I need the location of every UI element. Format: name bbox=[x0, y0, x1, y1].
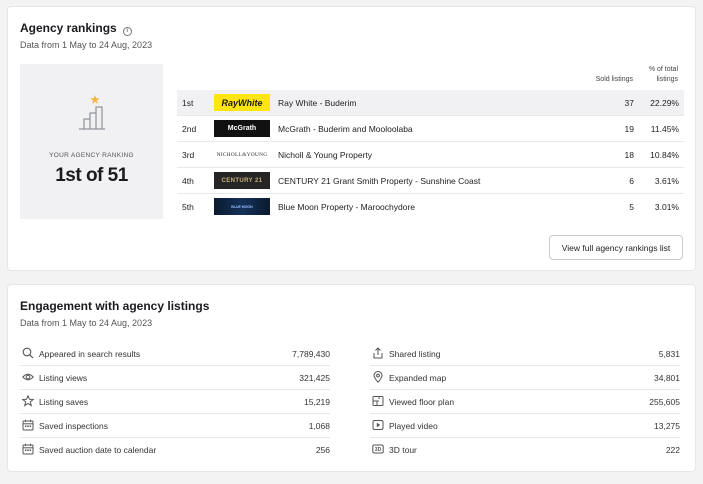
engagement-title: Engagement with agency listings bbox=[20, 299, 210, 313]
calendar-icon bbox=[22, 443, 34, 455]
agency-name: CENTURY 21 Grant Smith Property - Sunshi… bbox=[278, 176, 481, 186]
ranking-row[interactable]: 1st RayWhite Ray White - Buderim 37 22.2… bbox=[177, 90, 684, 116]
metric-value: 13,275 bbox=[654, 421, 680, 431]
metric-label: Listing views bbox=[39, 373, 88, 383]
your-agency-ranking-panel: YOUR AGENCY RANKING 1st of 51 bbox=[20, 64, 163, 219]
metric-value: 7,789,430 bbox=[292, 349, 330, 359]
rank-position: 4th bbox=[182, 176, 194, 186]
blue-moon-logo: BLUE MOON bbox=[214, 198, 270, 215]
metric-row-expanded-map: Expanded map 34,801 bbox=[370, 366, 680, 390]
sold-listings-value: 37 bbox=[624, 98, 634, 108]
agency-name: McGrath - Buderim and Mooloolaba bbox=[278, 124, 413, 134]
info-icon[interactable]: i bbox=[122, 27, 132, 36]
metric-row-saved-inspections: Saved inspections 1,068 bbox=[20, 414, 330, 438]
metric-row-3d-tour: 3D 3D tour 222 bbox=[370, 438, 680, 462]
your-agency-ranking-value: 1st of 51 bbox=[55, 165, 128, 186]
pct-total-header-line1: % of total bbox=[648, 66, 678, 73]
rank-position: 3rd bbox=[182, 150, 195, 160]
agency-name: Blue Moon Property - Maroochydore bbox=[278, 202, 416, 212]
sold-listings-value: 6 bbox=[629, 176, 634, 186]
view-full-rankings-button[interactable]: View full agency rankings list bbox=[549, 235, 683, 260]
agency-rankings-title: Agency rankings i bbox=[20, 21, 132, 36]
metric-row-saved-auction-date: Saved auction date to calendar 256 bbox=[20, 438, 330, 462]
metric-value: 15,219 bbox=[304, 397, 330, 407]
sold-listings-value: 5 bbox=[629, 202, 634, 212]
pct-total-value: 22.29% bbox=[650, 98, 679, 108]
metric-value: 256 bbox=[315, 445, 330, 455]
metric-label: Saved inspections bbox=[39, 421, 108, 431]
pct-total-value: 11.45% bbox=[650, 124, 679, 134]
metric-label: Shared listing bbox=[389, 349, 441, 359]
nicholl-young-logo: NICHOLL&YOUNG bbox=[214, 146, 270, 163]
ranking-row[interactable]: 3rd NICHOLL&YOUNG Nicholl & Young Proper… bbox=[177, 142, 684, 168]
ranking-chart-icon bbox=[79, 95, 105, 130]
pct-total-header: % of total listings bbox=[649, 65, 678, 85]
pct-total-header-line2: listings bbox=[656, 76, 678, 83]
metric-label: Saved auction date to calendar bbox=[39, 445, 157, 455]
pct-total-value: 10.84% bbox=[650, 150, 679, 160]
metric-label: Played video bbox=[389, 421, 438, 431]
agency-rankings-card: Agency rankings i Data from 1 May to 24 A… bbox=[7, 6, 696, 271]
floor-plan-icon bbox=[372, 396, 384, 406]
sold-listings-value: 18 bbox=[624, 150, 634, 160]
engagement-subtitle: Data from 1 May to 24 Aug, 2023 bbox=[20, 318, 153, 328]
metric-row-listing-views: Listing views 321,425 bbox=[20, 366, 330, 390]
metric-value: 255,605 bbox=[649, 397, 680, 407]
metric-value: 222 bbox=[665, 445, 680, 455]
metric-label: Viewed floor plan bbox=[389, 397, 455, 407]
your-agency-ranking-caption: YOUR AGENCY RANKING bbox=[49, 152, 134, 159]
metric-row-viewed-floor-plan: Viewed floor plan 255,605 bbox=[370, 390, 680, 414]
pct-total-value: 3.01% bbox=[654, 202, 679, 212]
metric-label: Appeared in search results bbox=[39, 349, 141, 359]
pct-total-value: 3.61% bbox=[654, 176, 679, 186]
map-pin-icon bbox=[373, 371, 383, 383]
search-icon bbox=[22, 347, 34, 359]
metric-value: 321,425 bbox=[299, 373, 330, 383]
rank-position: 1st bbox=[182, 98, 194, 108]
sold-listings-value: 19 bbox=[624, 124, 634, 134]
star-icon bbox=[22, 395, 34, 407]
rank-position: 5th bbox=[182, 202, 194, 212]
metric-label: Listing saves bbox=[39, 397, 89, 407]
sold-listings-header: Sold listings bbox=[595, 76, 633, 83]
metric-row-search-results: Appeared in search results 7,789,430 bbox=[20, 342, 330, 366]
metric-row-listing-saves: Listing saves 15,219 bbox=[20, 390, 330, 414]
metric-row-shared-listing: Shared listing 5,831 bbox=[370, 342, 680, 366]
metric-value: 5,831 bbox=[658, 349, 680, 359]
ranking-row[interactable]: 2nd McGrath McGrath - Buderim and Mooloo… bbox=[177, 116, 684, 142]
engagement-card: Engagement with agency listings Data fro… bbox=[7, 284, 696, 472]
ranking-row[interactable]: 4th CENTURY 21 CENTURY 21 Grant Smith Pr… bbox=[177, 168, 684, 194]
century21-logo: CENTURY 21 bbox=[214, 172, 270, 189]
metric-label: Expanded map bbox=[389, 373, 447, 383]
agency-rankings-title-text: Agency rankings bbox=[20, 21, 117, 35]
agency-name: Nicholl & Young Property bbox=[278, 150, 373, 160]
3d-tour-icon: 3D bbox=[372, 444, 384, 454]
ranking-row[interactable]: 5th BLUE MOON Blue Moon Property - Maroo… bbox=[177, 194, 684, 220]
metric-label: 3D tour bbox=[389, 445, 417, 455]
share-icon bbox=[373, 347, 383, 359]
metric-value: 34,801 bbox=[654, 373, 680, 383]
eye-icon bbox=[22, 373, 34, 381]
raywhite-logo: RayWhite bbox=[214, 94, 270, 111]
agency-rankings-subtitle: Data from 1 May to 24 Aug, 2023 bbox=[20, 40, 153, 50]
play-icon bbox=[372, 420, 384, 430]
svg-text:3D: 3D bbox=[375, 447, 382, 453]
metric-value: 1,068 bbox=[308, 421, 330, 431]
metric-row-played-video: Played video 13,275 bbox=[370, 414, 680, 438]
rank-position: 2nd bbox=[182, 124, 197, 134]
mcgrath-logo: McGrath bbox=[214, 120, 270, 137]
calendar-icon bbox=[22, 419, 34, 431]
agency-name: Ray White - Buderim bbox=[278, 98, 357, 108]
